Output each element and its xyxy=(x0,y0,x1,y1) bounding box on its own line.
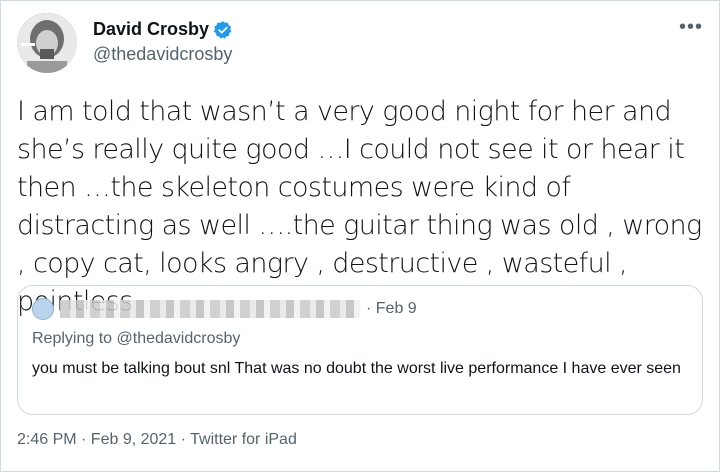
replying-prefix: Replying to xyxy=(32,330,113,347)
tweet-timestamp[interactable]: 2:46 PM · Feb 9, 2021 · Twitter for iPad xyxy=(17,431,297,449)
display-name-row: David Crosby xyxy=(93,19,233,40)
quoted-avatar xyxy=(32,298,54,320)
author-handle[interactable]: @thedavidcrosby xyxy=(93,44,233,65)
replying-handle[interactable]: @thedavidcrosby xyxy=(117,330,241,347)
tweet-card: David Crosby @thedavidcrosby ••• I am to… xyxy=(0,0,720,472)
quoted-tweet-header: · Feb 9 xyxy=(32,298,417,320)
avatar[interactable] xyxy=(17,13,77,73)
tweet-header: David Crosby @thedavidcrosby ••• xyxy=(17,13,707,75)
author-names: David Crosby @thedavidcrosby xyxy=(93,19,233,65)
quoted-tweet[interactable]: · Feb 9 Replying to @thedavidcrosby you … xyxy=(17,285,703,415)
redacted-username xyxy=(60,300,360,318)
display-name[interactable]: David Crosby xyxy=(93,19,209,40)
replying-to: Replying to @thedavidcrosby xyxy=(32,330,240,348)
quoted-text: you must be talking bout snl That was no… xyxy=(32,360,681,377)
more-options-icon[interactable]: ••• xyxy=(679,17,703,37)
verified-badge-icon xyxy=(213,20,233,40)
quoted-date: · Feb 9 xyxy=(366,300,417,317)
